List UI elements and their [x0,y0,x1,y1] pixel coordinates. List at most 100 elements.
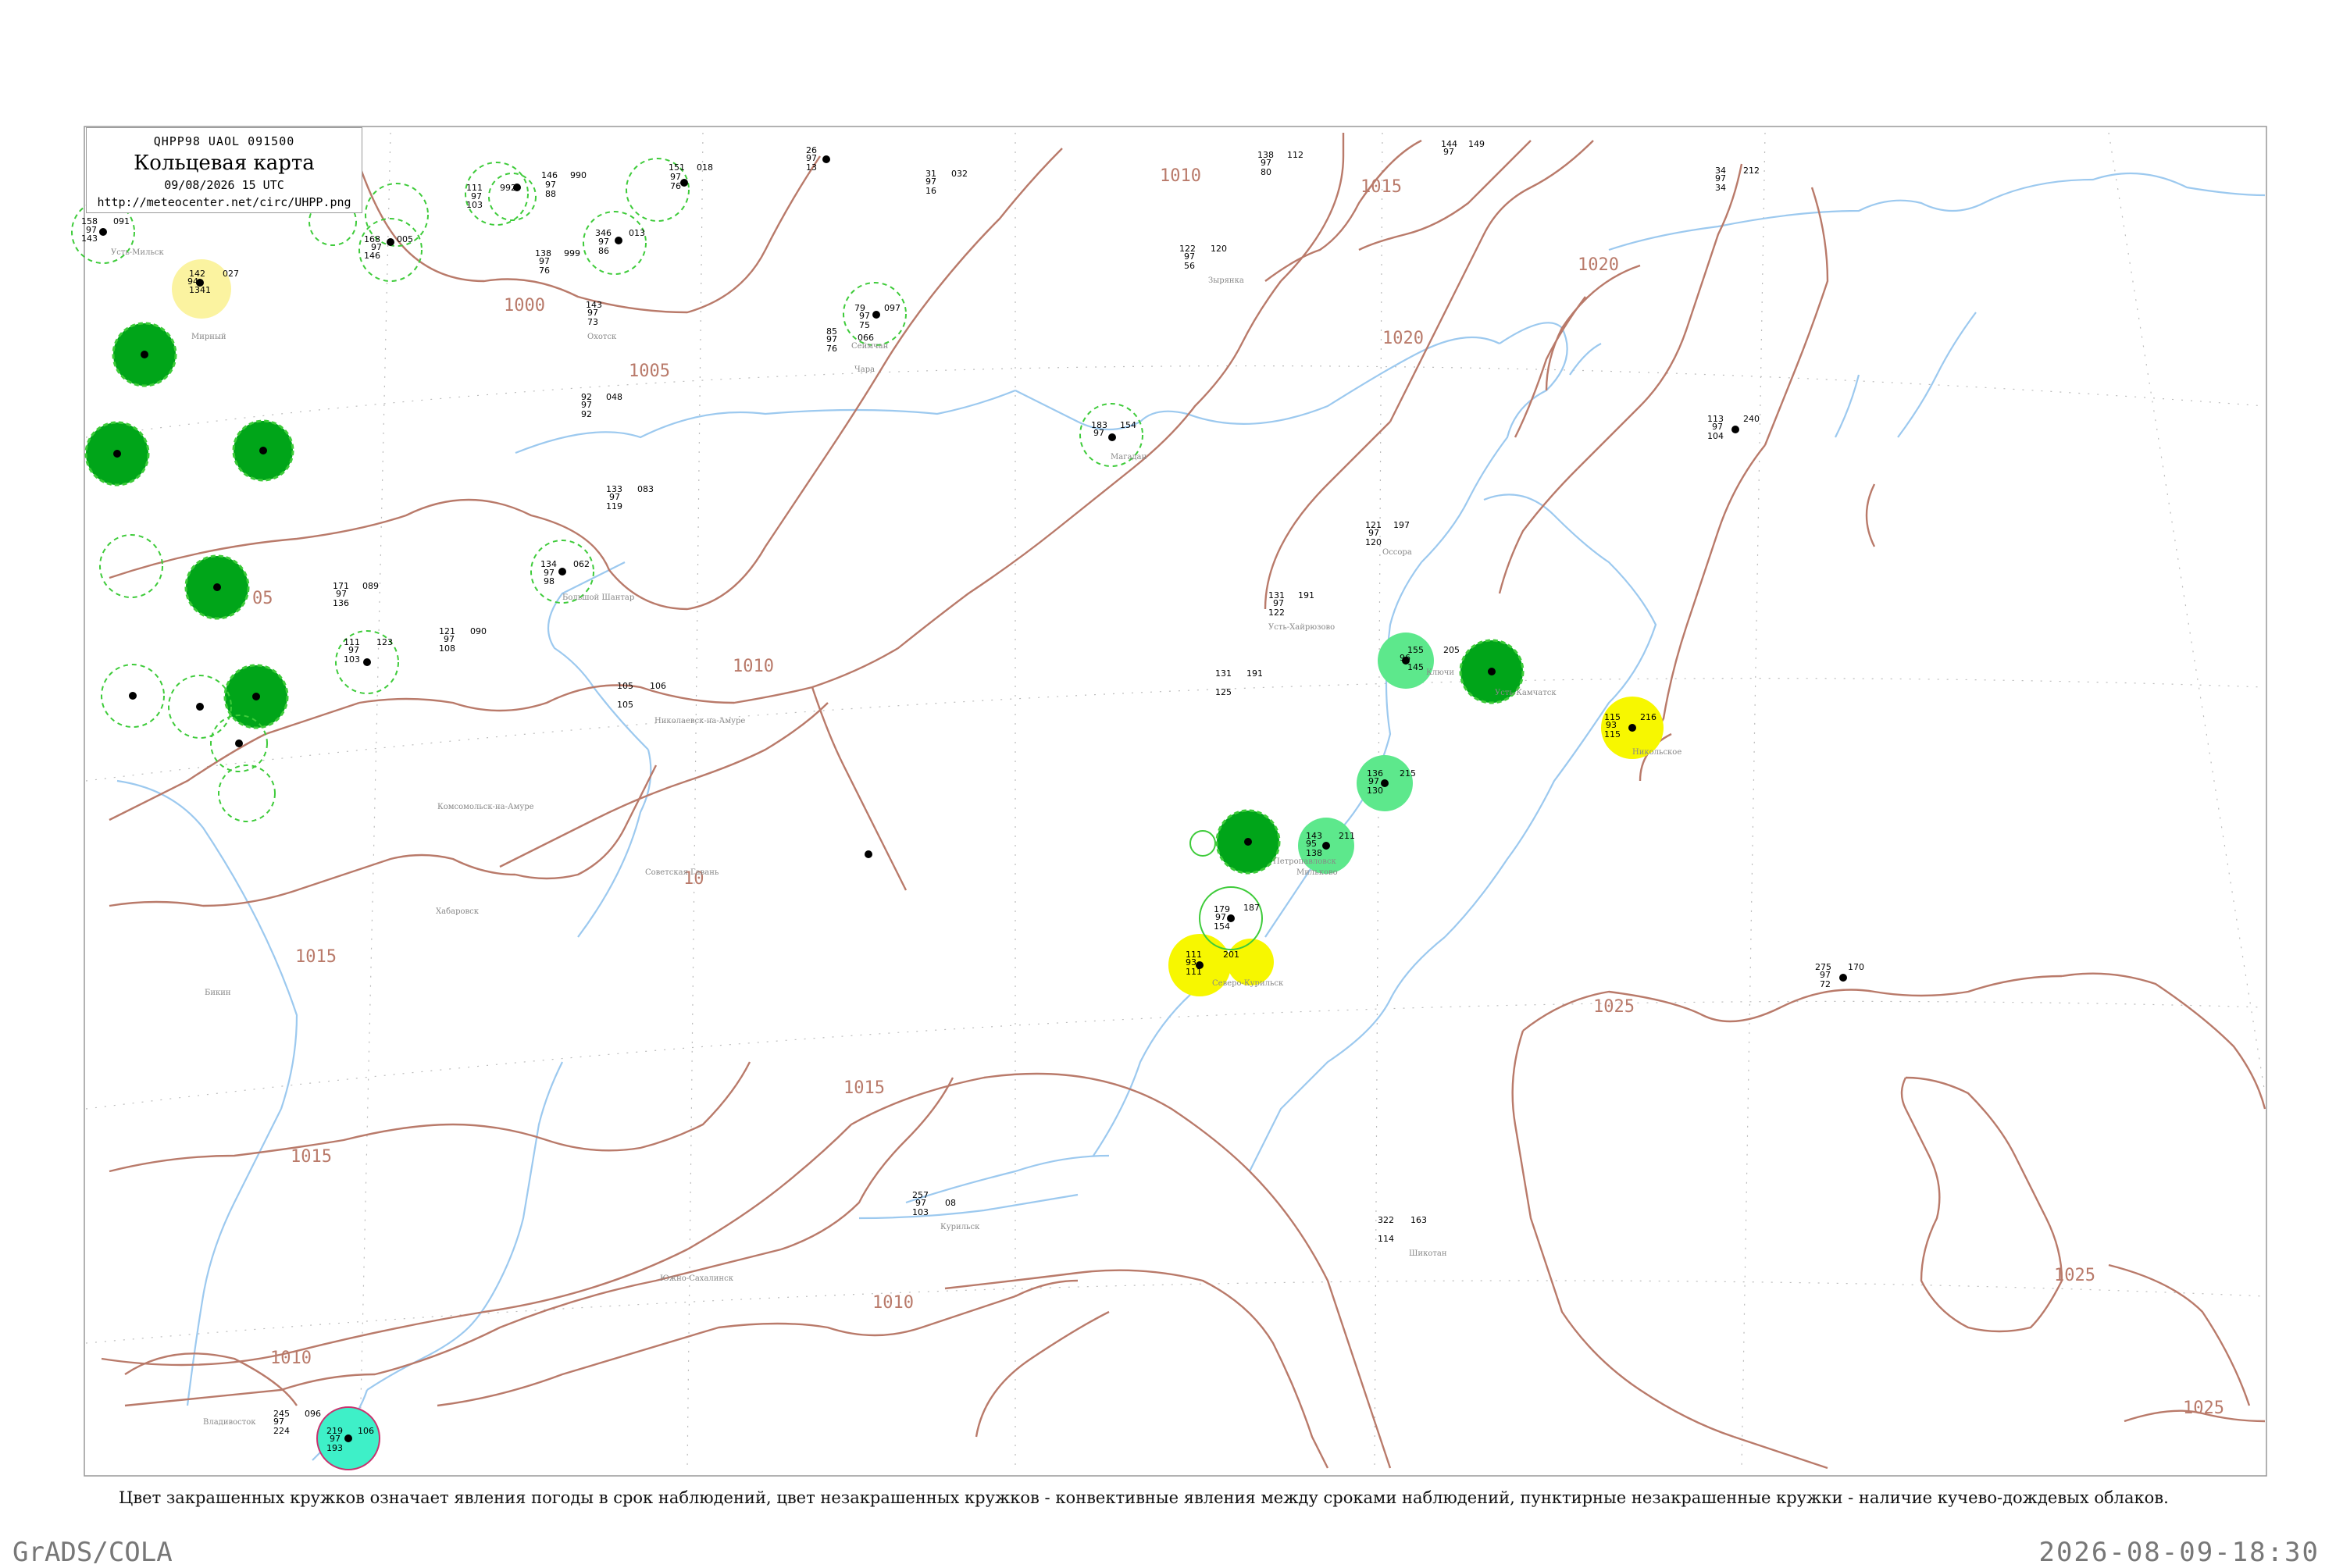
isobar-label: 1025 [2054,1266,2095,1285]
isobar-label: 1010 [872,1293,914,1313]
station-bottom: 111 [1186,967,1202,977]
station-bottom: 120 [1365,537,1382,547]
map-url[interactable]: http://meteocenter.net/circ/UHPP.png [87,195,362,209]
station-dot [1628,724,1636,732]
place-name: Чара [854,365,875,374]
station-right: 089 [362,581,379,591]
place-name: Хабаровск [436,907,480,916]
isobar-label: 1010 [270,1349,312,1368]
station-dot [213,583,221,591]
place-name: Мирный [191,333,226,341]
station-bottom: 136 [333,598,349,608]
station-dot [872,311,880,319]
station-circle-dashed [358,218,423,282]
station-circle-dashed [488,173,537,221]
place-name: Никольское [1632,748,1681,757]
station-dot [259,447,267,454]
station-dot [1108,433,1116,441]
station-dot [1839,974,1847,982]
station-dot [113,450,121,458]
station-right: 205 [1443,645,1460,655]
map-title: Кольцевая карта [134,151,315,175]
isobar-label: 1015 [1361,177,1402,197]
station-dot [558,568,566,576]
isobar-label: 1020 [1382,329,1424,348]
station-circle-yellow [1227,939,1274,985]
station-bottom: 72 [1820,979,1831,989]
place-name: Южно-Сахалинск [660,1274,734,1283]
station-bottom: 98 [544,576,555,586]
station-bottom: 122 [1268,608,1285,618]
bulletin-code: QHPP98 UAOL 091500 [153,134,295,148]
place-name: Ключи [1426,668,1454,677]
station-circle-outline [1189,830,1216,857]
graticule [85,132,2266,1469]
map-date: 09/08/2026 15 UTC [164,178,284,192]
station-bottom: 146 [364,251,380,261]
station-right: 191 [1246,668,1263,679]
station-circle-dashed [99,534,163,598]
station-right: 112 [1287,150,1303,160]
station-bottom: 104 [1707,431,1724,441]
station-bottom: 154 [1214,921,1230,932]
station-right: 999 [564,248,580,258]
place-name: Зырянка [1208,276,1244,285]
isobar-label: 1010 [733,657,774,676]
isobar-label: 1015 [295,947,337,967]
station-dot [235,739,243,747]
station-dot [680,179,688,187]
station-bottom: 125 [1215,687,1232,697]
station-bottom: 34 [1715,183,1726,193]
station-bottom: 105 [617,700,633,710]
station-top: 322 [1378,1215,1394,1225]
station-dot [822,155,830,163]
isobar-lines [101,133,2266,1470]
station-bottom: 119 [606,501,622,511]
station-circle-dashed [218,764,276,822]
station-right: 062 [573,559,590,569]
station-dot [1322,842,1330,850]
station-right: 170 [1848,962,1864,972]
place-name: Усть-Хайрюзово [1268,623,1335,632]
station-right: 013 [629,228,645,238]
station-right: 106 [650,681,666,691]
station-left: 97 [1093,428,1104,438]
station-bottom: 76 [826,344,837,354]
station-right: 091 [113,216,130,226]
station-top: 105 [617,681,633,691]
place-names: Усть-Мильск Мирный Чара Большой Шантар Н… [111,248,1681,1427]
station-right: 191 [1298,590,1314,600]
station-right: 08 [945,1198,956,1208]
place-name: Магадан [1111,453,1147,461]
station-right: 187 [1243,903,1260,913]
station-bottom: 224 [273,1426,290,1436]
station-dot [1731,426,1739,433]
station-right: 090 [470,626,487,636]
station-dot [99,228,107,236]
station-right: 018 [697,162,713,173]
map-border [84,126,2267,1477]
isobar-label: 1020 [1578,255,1619,275]
station-bottom: 103 [912,1207,929,1217]
station-right: 120 [1211,244,1227,254]
station-right: 123 [376,637,393,647]
place-name: Бикин [205,989,231,997]
station-dot [252,693,260,700]
map-legend: QHPP98 UAOL 091500 Кольцевая карта 09/08… [86,127,362,213]
station-bottom: 76 [670,181,681,191]
station-dot [387,238,394,246]
station-right: 083 [637,484,654,494]
isobar-label: 05 [252,589,273,608]
isobar-label: 1005 [629,362,670,381]
station-bottom: 88 [545,189,556,199]
place-name: Николаевск-на-Амуре [654,717,745,725]
station-dot [865,850,872,858]
station-right: 990 [570,170,587,180]
station-bottom: 108 [439,643,455,654]
station-bottom: 80 [1261,167,1271,177]
station-bottom: 13 [806,162,817,173]
place-name: Северо-Курильск [1212,979,1284,988]
station-right: 212 [1743,166,1760,176]
place-name: Большой Шантар [562,593,634,602]
station-left: 97 [1443,147,1454,157]
